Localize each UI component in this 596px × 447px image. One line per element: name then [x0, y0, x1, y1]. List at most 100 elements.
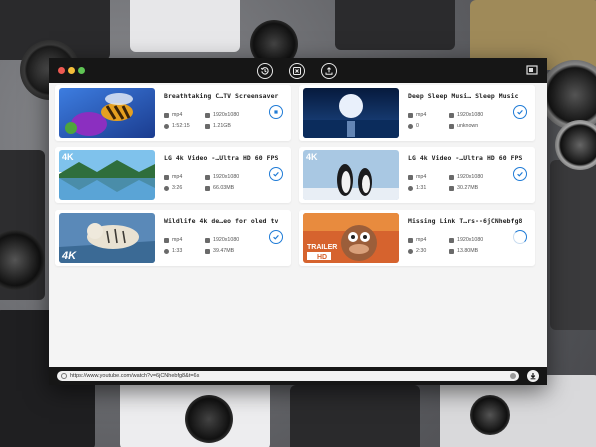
video-resolution: 1920x1080 [449, 237, 483, 243]
video-duration: 1:52:15 [164, 123, 190, 129]
file-icon [408, 174, 413, 180]
history-icon [260, 67, 269, 75]
video-title: Deep Sleep Musi… Sleep Music [408, 92, 519, 100]
app-window: Breathtaking C…TV Screensaver mp4 1920x1… [49, 58, 547, 385]
video-item[interactable]: 4K LG 4k Video -…Ultra HD 60 FPS mp4 192… [55, 147, 291, 203]
stop-icon [274, 110, 278, 114]
video-format: mp4 [408, 112, 426, 118]
monitor-icon [449, 237, 454, 243]
file-icon [408, 237, 413, 243]
video-format: mp4 [164, 237, 182, 243]
video-title: LG 4k Video -…Ultra HD 60 FPS [164, 154, 279, 162]
video-thumbnail-penguins: 4K [303, 150, 399, 200]
file-icon [164, 237, 169, 243]
thumb-label-hd: HD [317, 254, 327, 261]
loading-spinner [513, 230, 527, 244]
stop-download-button[interactable] [269, 105, 283, 119]
video-list: Breathtaking C…TV Screensaver mp4 1920x1… [49, 83, 547, 367]
camera-decoration [335, 0, 455, 50]
file-icon [164, 174, 169, 180]
video-duration: 1:33 [164, 248, 182, 254]
clock-icon [408, 248, 413, 254]
video-thumbnail-moon [303, 88, 399, 138]
thumb-label-trailer: TRAILER [307, 244, 337, 251]
video-resolution: 1920x1080 [205, 174, 239, 180]
monitor-icon [449, 112, 454, 118]
video-title: Breathtaking C…TV Screensaver [164, 92, 279, 100]
download-size-icon [449, 123, 454, 129]
video-resolution: 1920x1080 [205, 237, 239, 243]
download-size-icon [449, 185, 454, 191]
video-title: Missing Link T…rs--6jCNhebfg8 [408, 217, 523, 225]
file-icon [164, 112, 169, 118]
video-resolution: 1920x1080 [205, 112, 239, 118]
video-item[interactable]: Breathtaking C…TV Screensaver mp4 1920x1… [55, 85, 291, 141]
clock-icon [164, 185, 169, 191]
done-status-button[interactable] [513, 105, 527, 119]
video-size: unknown [449, 123, 478, 129]
checkmark-icon [517, 109, 523, 115]
video-thumbnail-bee [59, 88, 155, 138]
maximize-window-button[interactable] [78, 67, 85, 74]
clear-url-icon[interactable] [510, 373, 516, 379]
video-duration: 3:26 [164, 185, 182, 191]
clock-icon [408, 123, 413, 129]
minimize-window-button[interactable] [68, 67, 75, 74]
done-status-button[interactable] [269, 167, 283, 181]
lens-decoration [540, 60, 596, 130]
video-title: LG 4k Video -…Ultra HD 60 FPS [408, 154, 523, 162]
download-icon [530, 373, 536, 380]
close-window-button[interactable] [58, 67, 65, 74]
checkmark-icon [273, 234, 279, 240]
video-item[interactable]: Deep Sleep Musi… Sleep Music mp4 1920x10… [299, 85, 535, 141]
video-format: mp4 [408, 174, 426, 180]
monitor-icon [205, 237, 210, 243]
camera-decoration [130, 0, 240, 52]
video-thumbnail-missing-link: TRAILER HD [303, 213, 399, 263]
video-duration: 0 [408, 123, 419, 129]
thumb-label-4k: 4K [61, 250, 77, 262]
history-button[interactable] [257, 63, 273, 79]
video-size: 30.27MB [449, 185, 478, 191]
thumb-label-4k: 4K [306, 152, 318, 162]
video-format: mp4 [408, 237, 426, 243]
url-text: https://www.youtube.com/watch?v=6jCNhebf… [70, 373, 200, 379]
video-resolution: 1920x1080 [449, 112, 483, 118]
done-status-button[interactable] [513, 167, 527, 181]
video-title: Wildlife 4k de…eo for oled tv [164, 217, 279, 225]
download-size-icon [205, 123, 210, 129]
download-button[interactable] [527, 370, 539, 382]
lens-decoration [470, 395, 510, 435]
download-size-icon [449, 248, 454, 254]
video-format: mp4 [164, 174, 182, 180]
done-status-button[interactable] [269, 230, 283, 244]
video-item[interactable]: 4K Wildlife 4k de…eo for oled tv mp4 192… [55, 210, 291, 266]
video-resolution: 1920x1080 [449, 174, 483, 180]
thumb-label-4k: 4K [62, 152, 74, 162]
video-item[interactable]: TRAILER HD Missing Link T…rs--6jCNhebfg8… [299, 210, 535, 266]
video-duration: 2:30 [408, 248, 426, 254]
monitor-icon [205, 174, 210, 180]
monitor-icon [205, 112, 210, 118]
camera-decoration [440, 375, 596, 447]
checkmark-icon [273, 171, 279, 177]
window-mode-icon[interactable] [525, 63, 539, 77]
video-item[interactable]: 4K LG 4k Video -…Ultra HD 60 FPS mp4 192… [299, 147, 535, 203]
lens-decoration [185, 395, 233, 443]
file-icon [408, 112, 413, 118]
url-input[interactable]: https://www.youtube.com/watch?v=6jCNhebf… [57, 371, 519, 381]
camera-decoration [550, 160, 596, 330]
video-duration: 1:31 [408, 185, 426, 191]
link-icon [61, 373, 67, 379]
url-bar: https://www.youtube.com/watch?v=6jCNhebf… [49, 367, 547, 385]
video-size: 13.80MB [449, 248, 478, 254]
camera-decoration [290, 385, 420, 447]
clock-icon [408, 185, 413, 191]
convert-button[interactable] [289, 63, 305, 79]
share-button[interactable] [321, 63, 337, 79]
video-size: 39.47MB [205, 248, 234, 254]
convert-icon [293, 67, 301, 75]
monitor-icon [449, 174, 454, 180]
video-thumbnail-lake: 4K [59, 150, 155, 200]
title-bar [49, 58, 547, 83]
